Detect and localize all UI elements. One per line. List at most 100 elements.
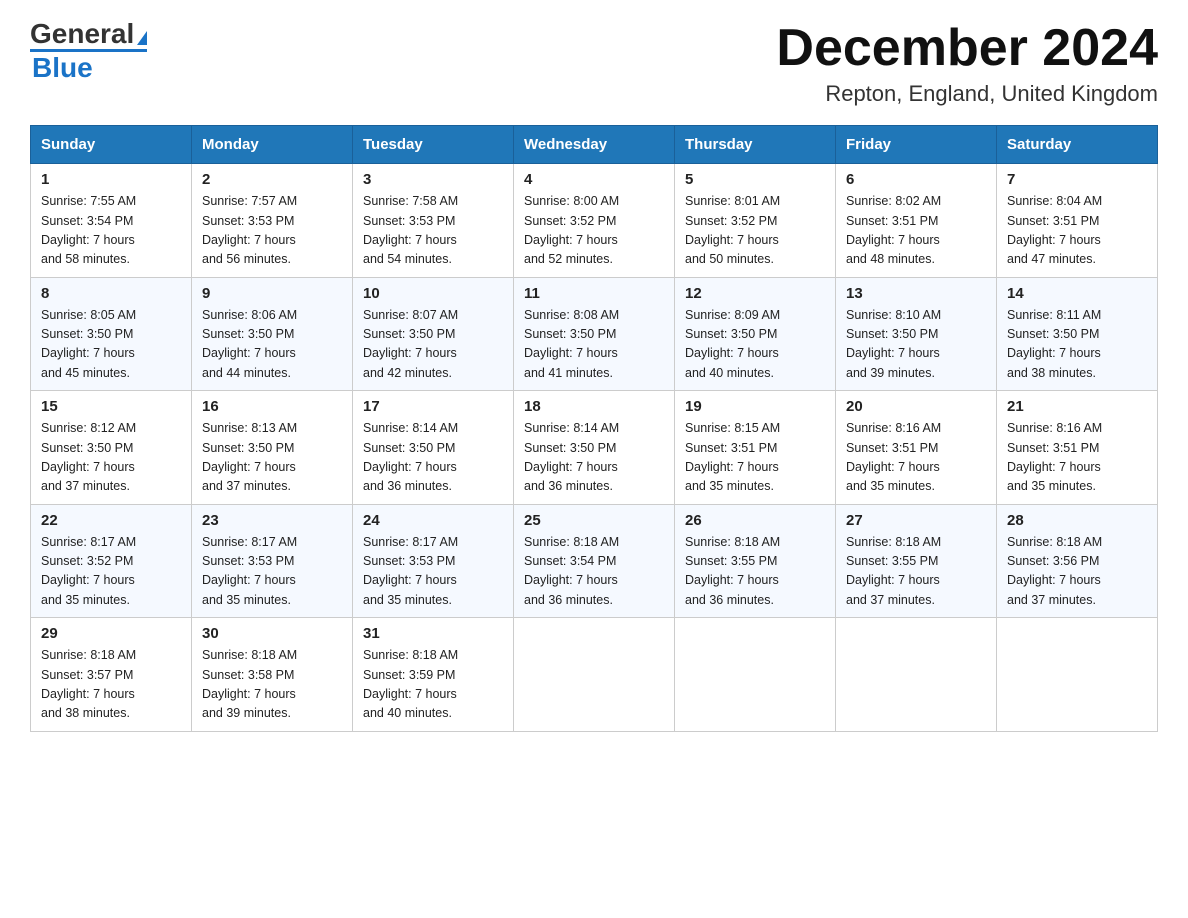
calendar-day-cell: 17 Sunrise: 8:14 AM Sunset: 3:50 PM Dayl… <box>353 391 514 505</box>
column-header-saturday: Saturday <box>997 126 1158 164</box>
calendar-day-cell <box>997 618 1158 732</box>
logo-text: General <box>30 20 147 48</box>
calendar-table: SundayMondayTuesdayWednesdayThursdayFrid… <box>30 125 1158 732</box>
column-header-wednesday: Wednesday <box>514 126 675 164</box>
calendar-day-cell: 26 Sunrise: 8:18 AM Sunset: 3:55 PM Dayl… <box>675 504 836 618</box>
calendar-day-cell: 24 Sunrise: 8:17 AM Sunset: 3:53 PM Dayl… <box>353 504 514 618</box>
day-number: 1 <box>41 171 181 188</box>
day-info: Sunrise: 8:15 AM Sunset: 3:51 PM Dayligh… <box>685 419 825 497</box>
day-number: 18 <box>524 398 664 415</box>
page-header: General Blue December 2024 Repton, Engla… <box>30 20 1158 107</box>
calendar-day-cell: 14 Sunrise: 8:11 AM Sunset: 3:50 PM Dayl… <box>997 277 1158 391</box>
calendar-day-cell: 13 Sunrise: 8:10 AM Sunset: 3:50 PM Dayl… <box>836 277 997 391</box>
day-number: 12 <box>685 285 825 302</box>
day-info: Sunrise: 8:12 AM Sunset: 3:50 PM Dayligh… <box>41 419 181 497</box>
calendar-day-cell: 25 Sunrise: 8:18 AM Sunset: 3:54 PM Dayl… <box>514 504 675 618</box>
day-number: 29 <box>41 625 181 642</box>
day-info: Sunrise: 8:17 AM Sunset: 3:53 PM Dayligh… <box>363 533 503 611</box>
day-info: Sunrise: 8:18 AM Sunset: 3:59 PM Dayligh… <box>363 646 503 724</box>
page-title: December 2024 <box>776 20 1158 77</box>
calendar-day-cell: 8 Sunrise: 8:05 AM Sunset: 3:50 PM Dayli… <box>31 277 192 391</box>
calendar-day-cell: 3 Sunrise: 7:58 AM Sunset: 3:53 PM Dayli… <box>353 164 514 278</box>
calendar-day-cell <box>836 618 997 732</box>
calendar-day-cell: 4 Sunrise: 8:00 AM Sunset: 3:52 PM Dayli… <box>514 164 675 278</box>
calendar-day-cell: 20 Sunrise: 8:16 AM Sunset: 3:51 PM Dayl… <box>836 391 997 505</box>
logo: General Blue <box>30 20 147 82</box>
day-info: Sunrise: 8:17 AM Sunset: 3:52 PM Dayligh… <box>41 533 181 611</box>
column-header-friday: Friday <box>836 126 997 164</box>
day-info: Sunrise: 8:10 AM Sunset: 3:50 PM Dayligh… <box>846 306 986 384</box>
calendar-day-cell: 27 Sunrise: 8:18 AM Sunset: 3:55 PM Dayl… <box>836 504 997 618</box>
day-info: Sunrise: 8:01 AM Sunset: 3:52 PM Dayligh… <box>685 192 825 270</box>
calendar-day-cell: 19 Sunrise: 8:15 AM Sunset: 3:51 PM Dayl… <box>675 391 836 505</box>
day-number: 14 <box>1007 285 1147 302</box>
calendar-day-cell: 12 Sunrise: 8:09 AM Sunset: 3:50 PM Dayl… <box>675 277 836 391</box>
day-number: 17 <box>363 398 503 415</box>
day-number: 25 <box>524 512 664 529</box>
calendar-day-cell: 1 Sunrise: 7:55 AM Sunset: 3:54 PM Dayli… <box>31 164 192 278</box>
day-info: Sunrise: 8:14 AM Sunset: 3:50 PM Dayligh… <box>363 419 503 497</box>
day-number: 13 <box>846 285 986 302</box>
day-number: 4 <box>524 171 664 188</box>
day-info: Sunrise: 8:07 AM Sunset: 3:50 PM Dayligh… <box>363 306 503 384</box>
day-info: Sunrise: 8:18 AM Sunset: 3:57 PM Dayligh… <box>41 646 181 724</box>
calendar-day-cell: 22 Sunrise: 8:17 AM Sunset: 3:52 PM Dayl… <box>31 504 192 618</box>
day-number: 15 <box>41 398 181 415</box>
calendar-day-cell: 21 Sunrise: 8:16 AM Sunset: 3:51 PM Dayl… <box>997 391 1158 505</box>
column-header-tuesday: Tuesday <box>353 126 514 164</box>
day-number: 22 <box>41 512 181 529</box>
calendar-day-cell <box>675 618 836 732</box>
calendar-day-cell: 29 Sunrise: 8:18 AM Sunset: 3:57 PM Dayl… <box>31 618 192 732</box>
logo-triangle-icon <box>137 31 147 45</box>
day-number: 27 <box>846 512 986 529</box>
day-info: Sunrise: 8:16 AM Sunset: 3:51 PM Dayligh… <box>1007 419 1147 497</box>
day-number: 9 <box>202 285 342 302</box>
day-info: Sunrise: 8:18 AM Sunset: 3:58 PM Dayligh… <box>202 646 342 724</box>
day-info: Sunrise: 8:04 AM Sunset: 3:51 PM Dayligh… <box>1007 192 1147 270</box>
calendar-day-cell: 15 Sunrise: 8:12 AM Sunset: 3:50 PM Dayl… <box>31 391 192 505</box>
day-number: 2 <box>202 171 342 188</box>
calendar-week-row: 8 Sunrise: 8:05 AM Sunset: 3:50 PM Dayli… <box>31 277 1158 391</box>
calendar-day-cell: 30 Sunrise: 8:18 AM Sunset: 3:58 PM Dayl… <box>192 618 353 732</box>
calendar-header-row: SundayMondayTuesdayWednesdayThursdayFrid… <box>31 126 1158 164</box>
day-number: 19 <box>685 398 825 415</box>
day-number: 21 <box>1007 398 1147 415</box>
calendar-week-row: 22 Sunrise: 8:17 AM Sunset: 3:52 PM Dayl… <box>31 504 1158 618</box>
day-info: Sunrise: 7:55 AM Sunset: 3:54 PM Dayligh… <box>41 192 181 270</box>
title-area: December 2024 Repton, England, United Ki… <box>776 20 1158 107</box>
day-info: Sunrise: 8:06 AM Sunset: 3:50 PM Dayligh… <box>202 306 342 384</box>
calendar-day-cell: 18 Sunrise: 8:14 AM Sunset: 3:50 PM Dayl… <box>514 391 675 505</box>
calendar-day-cell: 16 Sunrise: 8:13 AM Sunset: 3:50 PM Dayl… <box>192 391 353 505</box>
day-info: Sunrise: 8:08 AM Sunset: 3:50 PM Dayligh… <box>524 306 664 384</box>
day-number: 26 <box>685 512 825 529</box>
logo-blue-text: Blue <box>32 54 93 82</box>
day-number: 28 <box>1007 512 1147 529</box>
day-info: Sunrise: 8:16 AM Sunset: 3:51 PM Dayligh… <box>846 419 986 497</box>
column-header-monday: Monday <box>192 126 353 164</box>
day-number: 11 <box>524 285 664 302</box>
day-info: Sunrise: 8:05 AM Sunset: 3:50 PM Dayligh… <box>41 306 181 384</box>
day-number: 6 <box>846 171 986 188</box>
column-header-thursday: Thursday <box>675 126 836 164</box>
day-info: Sunrise: 8:02 AM Sunset: 3:51 PM Dayligh… <box>846 192 986 270</box>
day-number: 24 <box>363 512 503 529</box>
day-info: Sunrise: 8:13 AM Sunset: 3:50 PM Dayligh… <box>202 419 342 497</box>
calendar-day-cell: 2 Sunrise: 7:57 AM Sunset: 3:53 PM Dayli… <box>192 164 353 278</box>
page-subtitle: Repton, England, United Kingdom <box>776 81 1158 107</box>
calendar-day-cell: 23 Sunrise: 8:17 AM Sunset: 3:53 PM Dayl… <box>192 504 353 618</box>
calendar-week-row: 1 Sunrise: 7:55 AM Sunset: 3:54 PM Dayli… <box>31 164 1158 278</box>
day-info: Sunrise: 8:00 AM Sunset: 3:52 PM Dayligh… <box>524 192 664 270</box>
day-number: 31 <box>363 625 503 642</box>
day-info: Sunrise: 8:11 AM Sunset: 3:50 PM Dayligh… <box>1007 306 1147 384</box>
day-info: Sunrise: 7:57 AM Sunset: 3:53 PM Dayligh… <box>202 192 342 270</box>
calendar-day-cell: 31 Sunrise: 8:18 AM Sunset: 3:59 PM Dayl… <box>353 618 514 732</box>
day-info: Sunrise: 8:14 AM Sunset: 3:50 PM Dayligh… <box>524 419 664 497</box>
day-info: Sunrise: 8:18 AM Sunset: 3:54 PM Dayligh… <box>524 533 664 611</box>
calendar-day-cell <box>514 618 675 732</box>
day-number: 10 <box>363 285 503 302</box>
day-number: 23 <box>202 512 342 529</box>
day-number: 30 <box>202 625 342 642</box>
day-number: 20 <box>846 398 986 415</box>
day-number: 8 <box>41 285 181 302</box>
day-number: 3 <box>363 171 503 188</box>
